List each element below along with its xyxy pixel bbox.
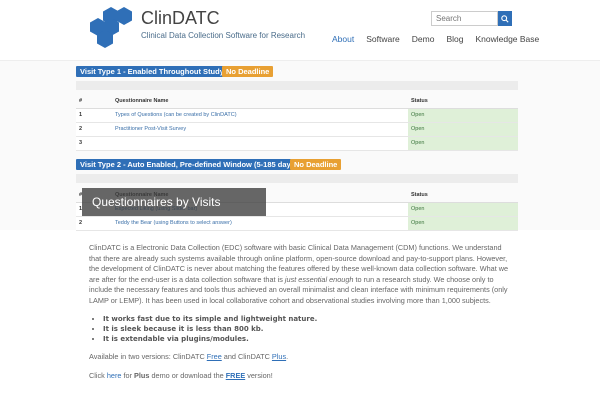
- hexagon-logo-icon[interactable]: [88, 6, 134, 50]
- row-number: 1: [76, 108, 112, 123]
- visit2-label: Visit Type 2 - Auto Enabled, Pre-defined…: [76, 159, 302, 170]
- main-nav: About Software Demo Blog Knowledge Base: [326, 33, 545, 47]
- table-row: 1 Types of Questions (can be created by …: [76, 108, 518, 123]
- cta-free: FREE: [225, 370, 246, 380]
- free-version-link[interactable]: Free: [207, 352, 222, 361]
- cta-plus: Plus: [134, 370, 150, 380]
- table-row: 2 Practitioner Post-Visit Survey Open: [76, 122, 518, 137]
- cta-demo: demo or download the: [149, 370, 226, 380]
- intro-section: ClinDATC is a Electronic Data Collection…: [89, 243, 511, 389]
- nav-knowledge-base[interactable]: Knowledge Base: [469, 33, 545, 47]
- versions-line: Available in two versions: ClinDATC Free…: [89, 352, 511, 363]
- intro-emphasis: just essential enough: [284, 274, 354, 284]
- brand-tagline: Clinical Data Collection Software for Re…: [141, 31, 306, 40]
- questionnaire-link[interactable]: Practitioner Post-Visit Survey: [112, 122, 408, 137]
- nav-software[interactable]: Software: [360, 33, 406, 47]
- free-download-link[interactable]: FREE: [226, 371, 245, 380]
- site-header: ClinDATC Clinical Data Collection Softwa…: [0, 0, 600, 60]
- nav-blog[interactable]: Blog: [440, 33, 469, 47]
- demo-preview-band: Visit Type 1 - Enabled Throughout Study …: [0, 60, 600, 231]
- col-name: Questionnaire Name: [112, 94, 408, 109]
- versions-suffix: .: [286, 352, 289, 361]
- status-cell: Open: [408, 122, 518, 137]
- brand-name[interactable]: ClinDATC: [141, 8, 220, 29]
- status-cell: Open: [408, 136, 518, 151]
- visit1-label: Visit Type 1 - Enabled Throughout Study: [76, 66, 228, 77]
- list-item: It works fast due to its simple and ligh…: [103, 314, 511, 324]
- versions-prefix: Available in two versions: ClinDATC: [89, 352, 207, 361]
- intro-paragraph: ClinDATC is a Electronic Data Collection…: [89, 243, 511, 306]
- visit1-deadline-badge: No Deadline: [222, 66, 274, 77]
- search-input[interactable]: [431, 11, 498, 26]
- feature-list: It works fast due to its simple and ligh…: [103, 314, 511, 344]
- table-row: 3 Open: [76, 136, 518, 151]
- status-cell: Open: [408, 202, 518, 217]
- table-row: 2 Teddy the Bear (using Buttons to selec…: [76, 216, 518, 231]
- row-number: 2: [76, 216, 112, 231]
- questionnaire-link[interactable]: Types of Questions (can be created by Cl…: [112, 108, 408, 123]
- col-number: #: [76, 94, 112, 109]
- nav-demo[interactable]: Demo: [406, 33, 441, 47]
- nav-about[interactable]: About: [326, 33, 360, 47]
- search-icon: [501, 14, 509, 23]
- row-number: 2: [76, 122, 112, 137]
- search-form: [431, 11, 512, 26]
- col-status: Status: [408, 94, 518, 109]
- cta-for: for: [121, 370, 135, 380]
- visit2-spacer: [76, 174, 518, 183]
- list-item: It is sleek because it is less than 800 …: [103, 324, 511, 334]
- table-header-row: # Questionnaire Name Status: [76, 94, 518, 109]
- status-cell: Open: [408, 216, 518, 231]
- visit1-table: # Questionnaire Name Status 1 Types of Q…: [76, 94, 518, 151]
- plus-version-link[interactable]: Plus: [272, 352, 286, 361]
- cta-version: version!: [245, 370, 273, 380]
- versions-mid: and ClinDATC: [221, 352, 272, 361]
- row-number: 3: [76, 136, 112, 151]
- questionnaire-link[interactable]: [112, 136, 408, 151]
- slide-caption-overlay: Questionnaires by Visits: [82, 188, 266, 216]
- cta-click: Click: [89, 370, 107, 380]
- questionnaire-link[interactable]: Teddy the Bear (using Buttons to select …: [112, 216, 408, 231]
- visit1-spacer: [76, 81, 518, 90]
- list-item: It is extendable via plugins/modules.: [103, 334, 511, 344]
- here-link[interactable]: here: [107, 371, 122, 380]
- col-status: Status: [408, 188, 518, 203]
- search-button[interactable]: [498, 11, 512, 26]
- status-cell: Open: [408, 108, 518, 123]
- cta-line: Click here for Plus demo or download the…: [89, 371, 511, 382]
- visit2-deadline-badge: No Deadline: [290, 159, 342, 170]
